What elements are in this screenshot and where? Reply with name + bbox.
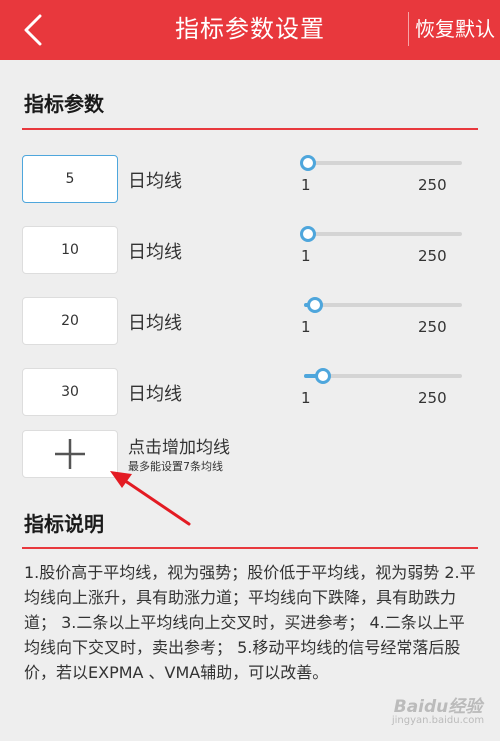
watermark-url: jingyan.baidu.com [391, 715, 485, 726]
param-slider-3[interactable] [300, 296, 462, 316]
param-label-3: 日均线 [128, 313, 182, 334]
slider-max-label-4: 250 [418, 389, 447, 407]
slider-track [304, 303, 462, 307]
restore-default-button[interactable]: 恢复默认 [415, 0, 495, 60]
param-label-4: 日均线 [128, 384, 182, 405]
params-section-divider [22, 128, 478, 130]
slider-min-label-1: 1 [301, 176, 311, 194]
param-slider-1[interactable] [300, 154, 462, 174]
slider-min-label-3: 1 [301, 318, 311, 336]
slider-max-label-1: 250 [418, 176, 447, 194]
desc-section-divider [22, 547, 478, 549]
slider-min-label-2: 1 [301, 247, 311, 265]
chevron-left-icon [24, 14, 42, 46]
back-button[interactable] [22, 12, 62, 48]
header-divider [408, 12, 409, 46]
desc-section-title: 指标说明 [24, 512, 104, 536]
slider-min-label-4: 1 [301, 389, 311, 407]
param-value-input-1[interactable]: 5 [22, 155, 118, 203]
slider-thumb[interactable] [314, 368, 331, 384]
param-label-2: 日均线 [128, 242, 182, 263]
slider-track [304, 232, 462, 236]
slider-max-label-3: 250 [418, 318, 447, 336]
header-bar: 指标参数设置 恢复默认 [0, 0, 500, 60]
param-value-input-3[interactable]: 20 [22, 297, 118, 345]
baidu-watermark: Baidu经验 jingyan.baidu.com [382, 692, 494, 732]
param-slider-2[interactable] [300, 225, 462, 245]
param-value-input-4[interactable]: 30 [22, 368, 118, 416]
add-line-label[interactable]: 点击增加均线 [128, 433, 230, 458]
slider-thumb[interactable] [307, 297, 324, 313]
slider-thumb[interactable] [300, 226, 316, 242]
add-line-button[interactable] [22, 430, 118, 478]
slider-thumb[interactable] [300, 155, 316, 171]
param-value-input-2[interactable]: 10 [22, 226, 118, 274]
watermark-logo: Baidu经验 [393, 697, 483, 717]
slider-max-label-2: 250 [418, 247, 447, 265]
params-section-title: 指标参数 [24, 92, 104, 116]
slider-track [304, 161, 462, 165]
desc-text: 1.股价高于平均线，视为强势；股价低于平均线，视为弱势 2.平均线向上涨升，具有… [24, 563, 476, 682]
param-label-1: 日均线 [128, 171, 182, 192]
add-line-hint: 最多能设置7条均线 [128, 460, 223, 473]
plus-icon [55, 439, 85, 469]
param-slider-4[interactable] [300, 367, 462, 387]
